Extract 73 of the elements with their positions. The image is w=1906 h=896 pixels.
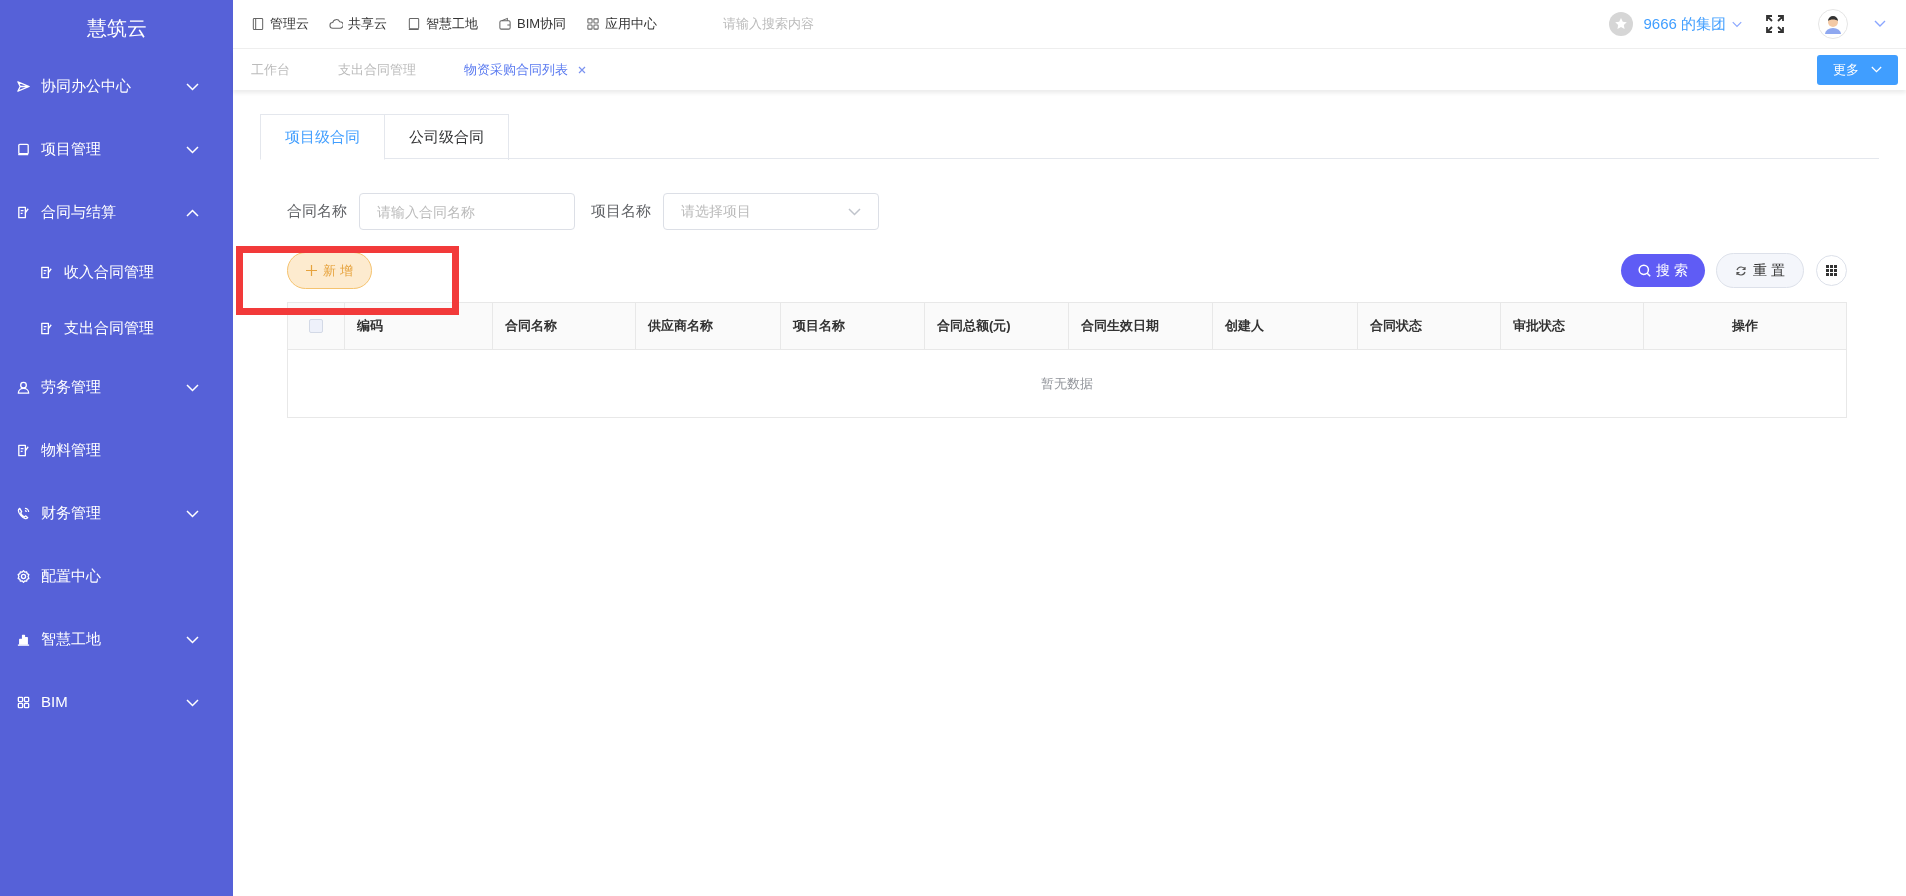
submenu-item[interactable]: 收入合同管理 bbox=[0, 244, 233, 300]
book-icon bbox=[16, 142, 31, 157]
chevron-down-icon bbox=[186, 383, 199, 392]
bar-chart-icon bbox=[16, 632, 31, 647]
empty-message: 暂无数据 bbox=[1041, 374, 1093, 393]
search-button[interactable]: 搜 索 bbox=[1621, 254, 1706, 287]
refresh-icon bbox=[1735, 264, 1748, 277]
sidebar-item[interactable]: 物料管理 bbox=[0, 419, 233, 482]
page-tab[interactable]: 物资采购合同列表 bbox=[464, 59, 586, 80]
sidebar-item[interactable]: 合同与结算 bbox=[0, 181, 233, 244]
column-header: 合同名称 bbox=[493, 303, 636, 349]
nav-link[interactable]: 管理云 bbox=[251, 14, 309, 34]
nav-link[interactable]: 共享云 bbox=[329, 14, 387, 34]
grid-icon bbox=[586, 17, 601, 31]
fullscreen-icon[interactable] bbox=[1766, 15, 1784, 33]
content-tab[interactable]: 项目级合同 bbox=[260, 114, 385, 160]
cloud-icon bbox=[329, 17, 343, 31]
app-title: 慧筑云 bbox=[86, 15, 147, 41]
sidebar-item[interactable]: 智慧工地 bbox=[0, 608, 233, 671]
edit-document-icon bbox=[16, 205, 31, 220]
column-header: 合同生效日期 bbox=[1069, 303, 1213, 349]
chevron-down-icon bbox=[186, 698, 199, 707]
gear-icon bbox=[16, 569, 31, 584]
organization-icon bbox=[1609, 12, 1634, 36]
plus-icon bbox=[306, 265, 317, 276]
field-label: 项目名称 bbox=[591, 201, 651, 222]
wallet-icon bbox=[498, 17, 512, 31]
edit-document-icon bbox=[39, 264, 54, 280]
sidebar-item[interactable]: 项目管理 bbox=[0, 118, 233, 181]
column-header: 创建人 bbox=[1213, 303, 1358, 349]
content-tab[interactable]: 公司级合同 bbox=[385, 114, 509, 160]
avatar-icon[interactable] bbox=[1818, 9, 1848, 39]
chevron-down-icon bbox=[186, 509, 199, 518]
sidebar-item[interactable]: 协同办公中心 bbox=[0, 55, 233, 118]
reset-button[interactable]: 重 置 bbox=[1716, 253, 1804, 288]
nav-link[interactable]: 应用中心 bbox=[586, 14, 658, 34]
grid-icon bbox=[16, 695, 31, 710]
panel-icon bbox=[251, 17, 265, 31]
book-icon bbox=[407, 17, 421, 31]
grid-icon bbox=[1826, 265, 1837, 276]
field-label: 合同名称 bbox=[287, 201, 347, 222]
sidebar-item[interactable]: 财务管理 bbox=[0, 482, 233, 545]
close-icon[interactable] bbox=[578, 65, 586, 74]
chevron-down-icon bbox=[1871, 66, 1882, 73]
column-header: 项目名称 bbox=[781, 303, 925, 349]
input-field[interactable]: 请输入合同名称 bbox=[359, 193, 575, 230]
send-icon bbox=[16, 79, 31, 94]
submenu-item[interactable]: 支出合同管理 bbox=[0, 300, 233, 356]
nav-link[interactable]: BIM协同 bbox=[498, 14, 567, 34]
chevron-down-icon bbox=[1732, 20, 1742, 28]
nav-link[interactable]: 智慧工地 bbox=[407, 14, 478, 34]
search-icon bbox=[1638, 264, 1652, 277]
column-header: 操作 bbox=[1731, 317, 1759, 336]
chevron-down-icon bbox=[186, 82, 199, 91]
chevron-down-icon bbox=[848, 207, 861, 216]
column-header: 审批状态 bbox=[1501, 303, 1644, 349]
column-header: 编码 bbox=[345, 303, 493, 349]
chevron-down-icon bbox=[186, 145, 199, 154]
select-all-checkbox[interactable] bbox=[309, 319, 323, 333]
column-header: 合同状态 bbox=[1358, 303, 1501, 349]
sidebar-item[interactable]: 劳务管理 bbox=[0, 356, 233, 419]
edit-document-icon bbox=[39, 320, 54, 336]
chevron-up-icon bbox=[186, 208, 199, 217]
sidebar-item[interactable]: BIM bbox=[0, 671, 233, 734]
user-icon bbox=[16, 380, 31, 395]
sidebar-item[interactable]: 配置中心 bbox=[0, 545, 233, 608]
column-header: 合同总额(元) bbox=[925, 303, 1069, 349]
chevron-down-icon bbox=[186, 635, 199, 644]
phone-icon bbox=[16, 506, 31, 521]
column-header: 供应商名称 bbox=[636, 303, 781, 349]
edit-document-icon bbox=[16, 443, 31, 458]
organization-dropdown[interactable]: 9666 的集团 bbox=[1643, 12, 1742, 36]
more-button[interactable]: 更多 bbox=[1817, 54, 1898, 85]
